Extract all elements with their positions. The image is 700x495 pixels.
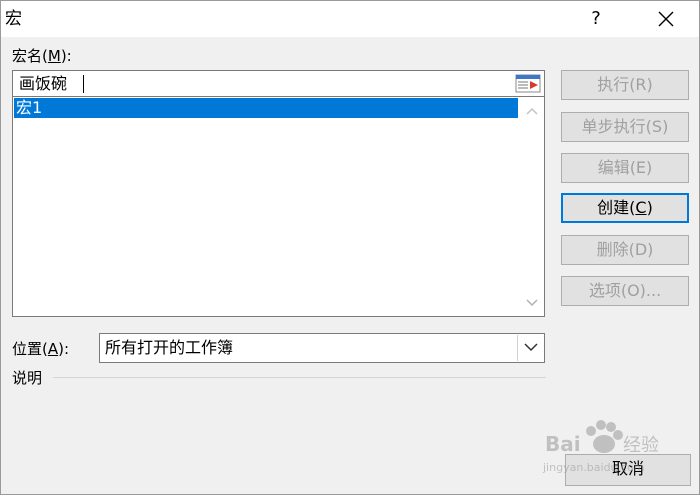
- help-button[interactable]: ?: [581, 5, 611, 33]
- collapse-dialog-icon[interactable]: [514, 73, 542, 94]
- scroll-down-icon[interactable]: [526, 299, 538, 307]
- macro-name-value: 画饭碗: [19, 74, 68, 93]
- step-into-button[interactable]: 单步执行(S): [561, 112, 689, 142]
- svg-text:Bai: Bai: [545, 432, 581, 456]
- options-button[interactable]: 选项(O)...: [561, 276, 689, 306]
- baidu-jingyan-watermark: Bai 经验 jingyan.baidu.com: [541, 413, 681, 483]
- run-button[interactable]: 执行(R): [561, 70, 689, 100]
- macro-name-label: 宏名(M):: [12, 47, 72, 65]
- location-value: 所有打开的工作簿: [105, 338, 234, 357]
- macro-dialog: 宏 ? 宏名(M): 画饭碗 宏1 执行(R) 单步执行(S) 编辑(E) 创建…: [0, 0, 700, 495]
- macro-list-item[interactable]: 宏1: [14, 98, 518, 118]
- edit-button[interactable]: 编辑(E): [561, 153, 689, 183]
- title-bar: 宏 ?: [1, 1, 699, 37]
- description-divider: [53, 377, 546, 378]
- chevron-down-icon: [524, 343, 538, 352]
- text-caret: [83, 75, 84, 93]
- delete-button[interactable]: 删除(D): [561, 235, 689, 265]
- location-label: 位置(A):: [12, 340, 70, 358]
- window-title: 宏: [5, 9, 22, 29]
- svg-text:经验: 经验: [623, 435, 659, 456]
- close-icon: [658, 11, 674, 27]
- macro-name-input[interactable]: 画饭碗: [12, 70, 545, 97]
- create-button[interactable]: 创建(C): [561, 193, 689, 223]
- macro-list[interactable]: 宏1: [12, 97, 545, 317]
- location-select[interactable]: 所有打开的工作簿: [99, 333, 545, 363]
- location-dropdown-button[interactable]: [517, 335, 543, 361]
- svg-text:jingyan.baidu.com: jingyan.baidu.com: [542, 461, 645, 474]
- list-scrollbar[interactable]: [520, 97, 544, 315]
- paw-logo-icon: Bai 经验 jingyan.baidu.com: [542, 420, 659, 474]
- description-label: 说明: [12, 369, 43, 387]
- scroll-up-icon[interactable]: [526, 107, 538, 115]
- close-button[interactable]: [649, 5, 683, 33]
